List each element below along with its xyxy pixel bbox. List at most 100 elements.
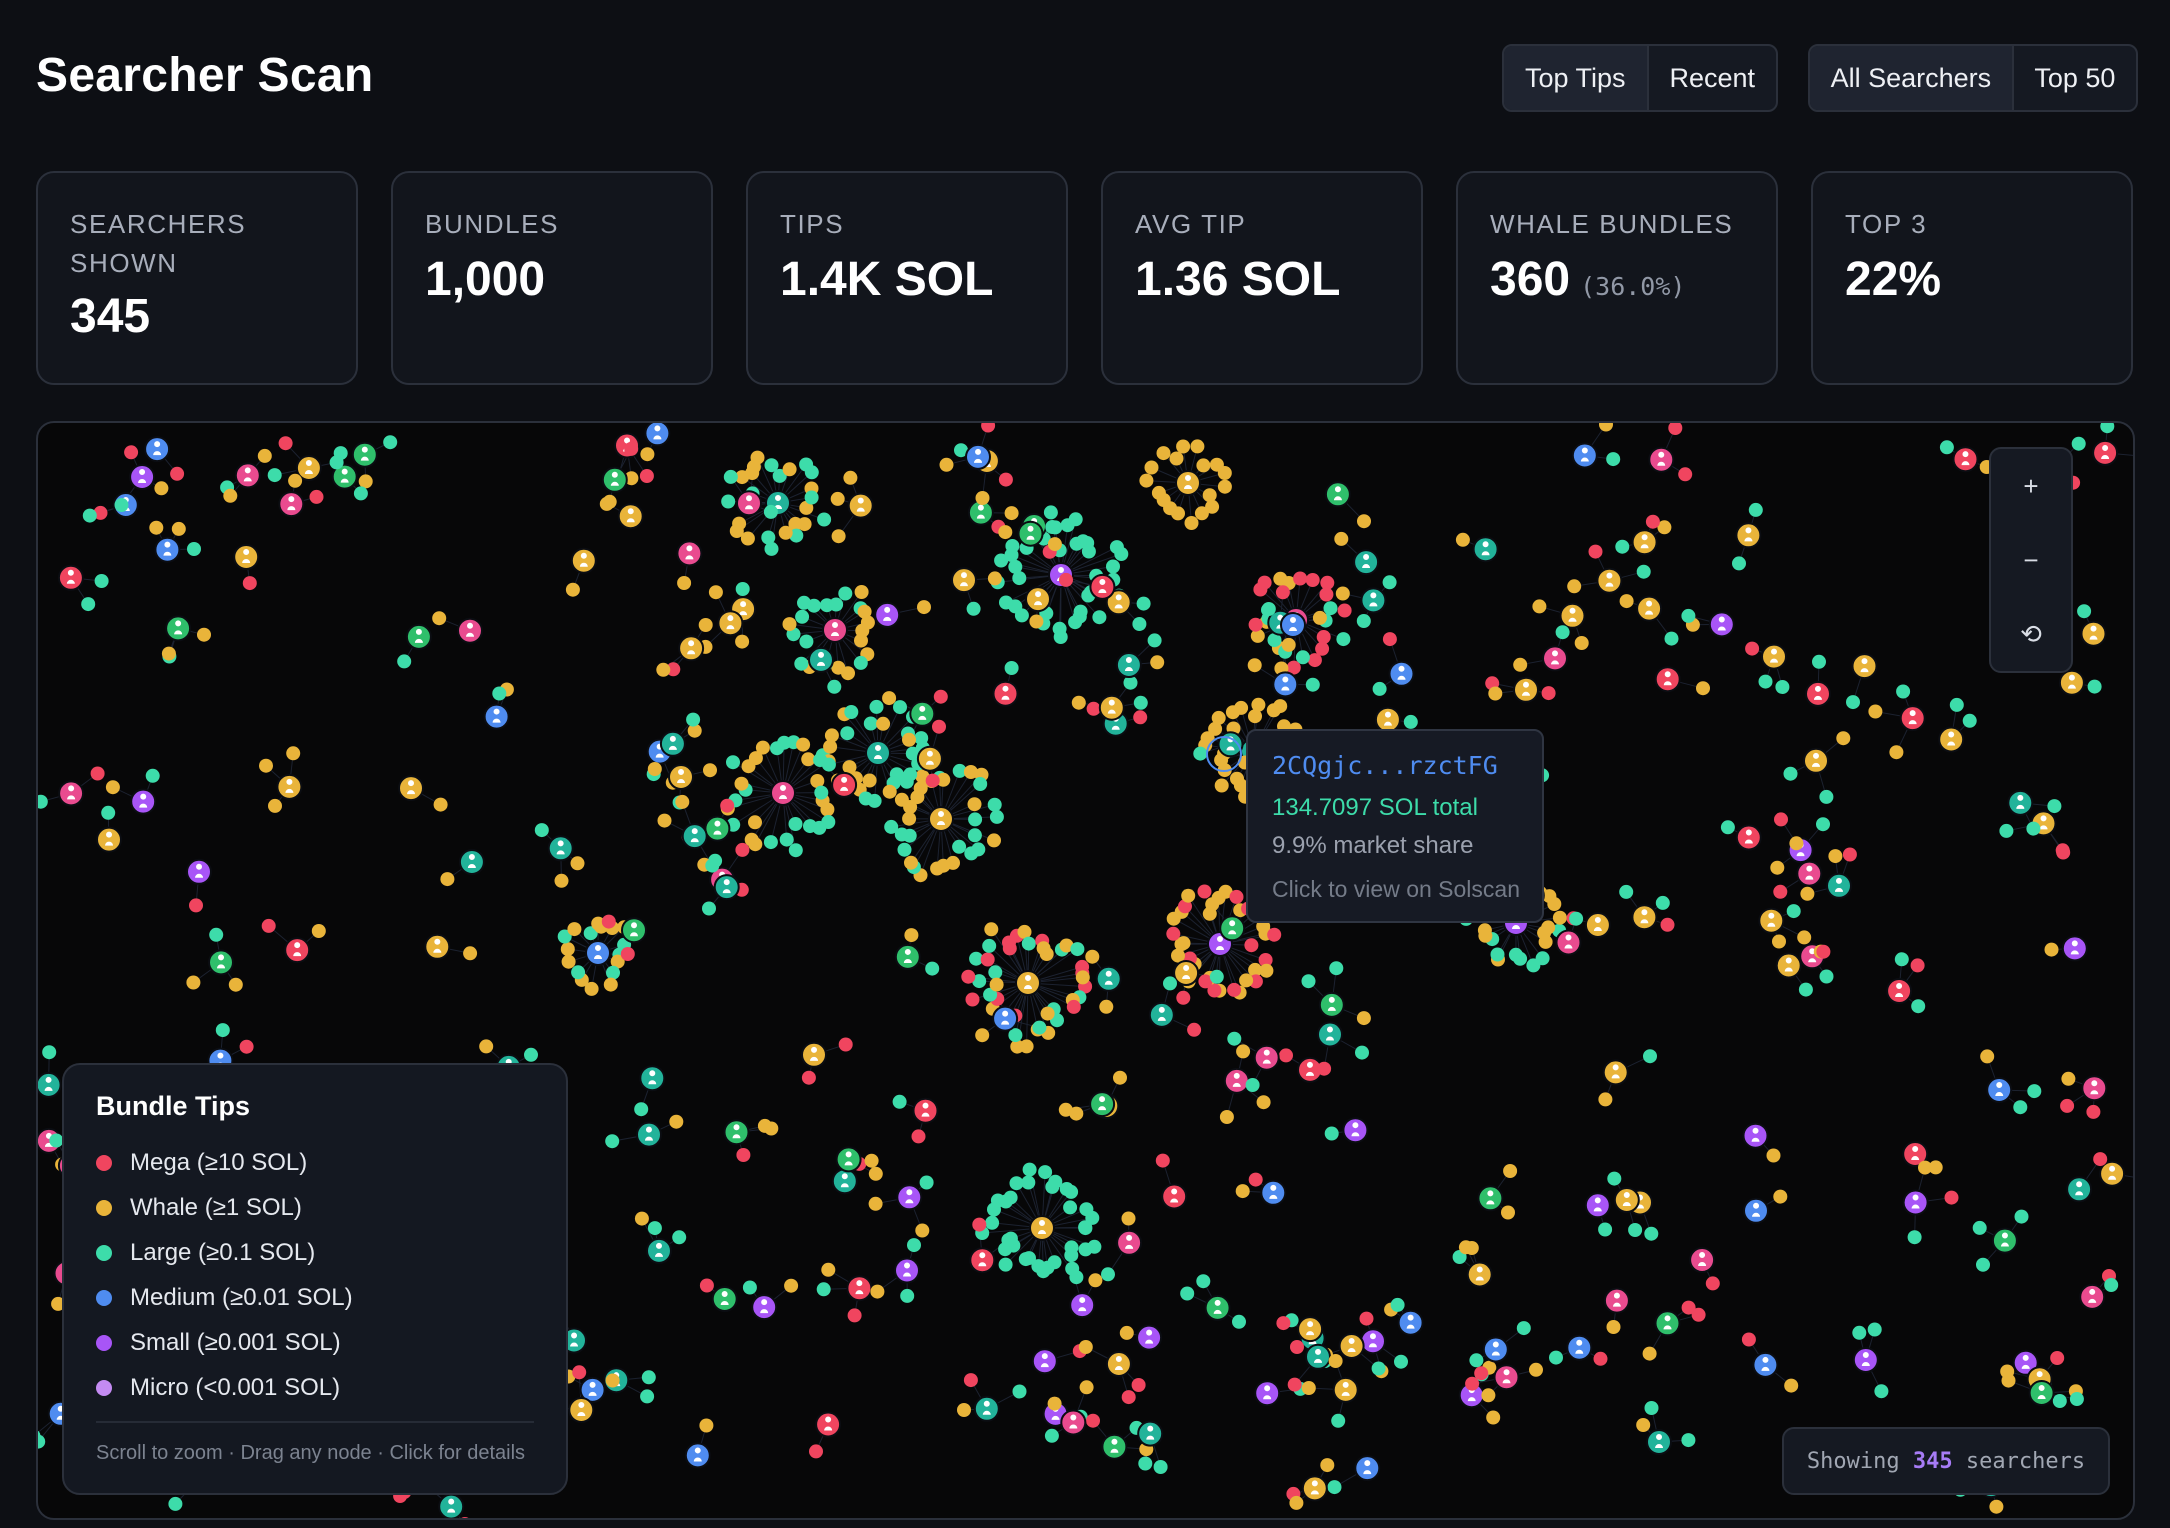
bundle-node[interactable] — [1305, 677, 1320, 692]
bundle-node[interactable] — [675, 794, 690, 809]
bundle-node[interactable] — [907, 1238, 921, 1253]
bundle-node[interactable] — [1598, 1222, 1613, 1237]
searcher-node[interactable] — [678, 635, 705, 662]
bundle-node[interactable] — [999, 595, 1013, 610]
bundle-node[interactable] — [105, 780, 120, 795]
searcher-node[interactable] — [1466, 1261, 1493, 1288]
searcher-node[interactable] — [621, 917, 647, 944]
searcher-node[interactable] — [636, 1121, 662, 1148]
bundle-node[interactable] — [1245, 1078, 1260, 1092]
bundle-node[interactable] — [868, 1196, 883, 1211]
bundle-node[interactable] — [736, 1148, 751, 1162]
searcher-node[interactable] — [1353, 549, 1380, 576]
bundle-node[interactable] — [1357, 514, 1371, 529]
searcher-node[interactable] — [894, 1257, 920, 1284]
reset-zoom-button[interactable]: ⟲ — [1991, 597, 2071, 671]
bundle-node[interactable] — [1184, 516, 1199, 530]
bundle-node[interactable] — [1039, 947, 1054, 961]
bundle-node[interactable] — [1773, 1189, 1788, 1204]
searcher-node[interactable] — [847, 492, 874, 519]
bundle-node[interactable] — [605, 1373, 620, 1388]
bundle-node[interactable] — [242, 576, 257, 591]
bundle-node[interactable] — [677, 576, 692, 590]
bundle-node[interactable] — [757, 1118, 772, 1133]
searcher-node[interactable] — [1902, 1189, 1929, 1216]
bundle-node[interactable] — [721, 494, 736, 509]
bundle-node[interactable] — [1526, 958, 1541, 973]
bundle-node[interactable] — [987, 571, 1002, 586]
searcher-node[interactable] — [1689, 1247, 1716, 1273]
bundle-node[interactable] — [799, 634, 814, 649]
bundle-node[interactable] — [735, 582, 750, 596]
bundle-node[interactable] — [1532, 599, 1547, 614]
bundle-node[interactable] — [1668, 423, 1683, 435]
bundle-node[interactable] — [1989, 1499, 2004, 1514]
bundle-node[interactable] — [1086, 701, 1101, 716]
bundle-node[interactable] — [2052, 1394, 2067, 1408]
searcher-node[interactable] — [912, 1097, 939, 1124]
bundle-node[interactable] — [702, 901, 716, 916]
searcher-node[interactable] — [1338, 1333, 1365, 1359]
bundle-node[interactable] — [732, 516, 747, 531]
bundle-node[interactable] — [1336, 632, 1351, 647]
bundle-node[interactable] — [278, 436, 293, 451]
bundle-node[interactable] — [656, 662, 671, 677]
bundle-node[interactable] — [1064, 1248, 1079, 1263]
searcher-node[interactable] — [1654, 1310, 1681, 1337]
bundle-node[interactable] — [1696, 681, 1710, 696]
searcher-node[interactable] — [458, 849, 485, 875]
bundle-node[interactable] — [397, 654, 412, 669]
searcher-node[interactable] — [1105, 1351, 1132, 1377]
bundle-node[interactable] — [864, 1153, 879, 1168]
bundle-node[interactable] — [1068, 512, 1083, 527]
bundle-node[interactable] — [723, 469, 738, 484]
bundle-node[interactable] — [1251, 697, 1266, 712]
bundle-node[interactable] — [1842, 847, 1857, 862]
bundle-node[interactable] — [1976, 1257, 1990, 1272]
bundle-node[interactable] — [463, 946, 478, 961]
searcher-node[interactable] — [801, 1041, 827, 1068]
bundle-node[interactable] — [788, 817, 803, 831]
searcher-node[interactable] — [2007, 789, 2034, 816]
bundle-node[interactable] — [779, 832, 794, 847]
bundle-node[interactable] — [1949, 697, 1964, 712]
bundle-node[interactable] — [755, 740, 770, 755]
bundle-node[interactable] — [1029, 614, 1044, 629]
searcher-node[interactable] — [1566, 1334, 1593, 1361]
searcher-node[interactable] — [1752, 1351, 1779, 1378]
searcher-node[interactable] — [57, 564, 84, 591]
bundle-node[interactable] — [763, 835, 778, 850]
bundle-node[interactable] — [870, 1284, 885, 1299]
searcher-node[interactable] — [1631, 904, 1658, 931]
searcher-node[interactable] — [1851, 653, 1878, 680]
bundle-node[interactable] — [925, 961, 940, 976]
bundle-node[interactable] — [640, 1389, 655, 1404]
bundle-node[interactable] — [1317, 1061, 1332, 1076]
bundle-node[interactable] — [2071, 436, 2086, 451]
bundle-node[interactable] — [1257, 575, 1272, 590]
bundle-node[interactable] — [1962, 713, 1977, 728]
bundle-node[interactable] — [734, 776, 749, 791]
bundle-node[interactable] — [2093, 1152, 2108, 1167]
bundle-node[interactable] — [1275, 585, 1290, 600]
bundle-node[interactable] — [154, 481, 169, 496]
searcher-node[interactable] — [1603, 1287, 1630, 1314]
searcher-node[interactable] — [770, 780, 796, 806]
bundle-node[interactable] — [1038, 1165, 1053, 1180]
searcher-node[interactable] — [1354, 1455, 1381, 1482]
bundle-node[interactable] — [1619, 884, 1634, 899]
bundle-node[interactable] — [433, 797, 448, 812]
searcher-node[interactable] — [96, 826, 122, 853]
bundle-node[interactable] — [1789, 836, 1804, 851]
bundle-node[interactable] — [746, 459, 761, 474]
searcher-node[interactable] — [1318, 991, 1345, 1018]
bundle-node[interactable] — [1599, 423, 1613, 432]
bundle-node[interactable] — [669, 1114, 684, 1129]
searcher-node[interactable] — [646, 1237, 672, 1264]
searcher-node[interactable] — [438, 1493, 465, 1518]
bundle-node[interactable] — [358, 474, 373, 489]
bundle-node[interactable] — [1001, 1233, 1016, 1248]
bundle-node[interactable] — [1169, 451, 1184, 466]
bundle-node[interactable] — [816, 1282, 831, 1297]
bundle-node[interactable] — [1615, 539, 1630, 554]
